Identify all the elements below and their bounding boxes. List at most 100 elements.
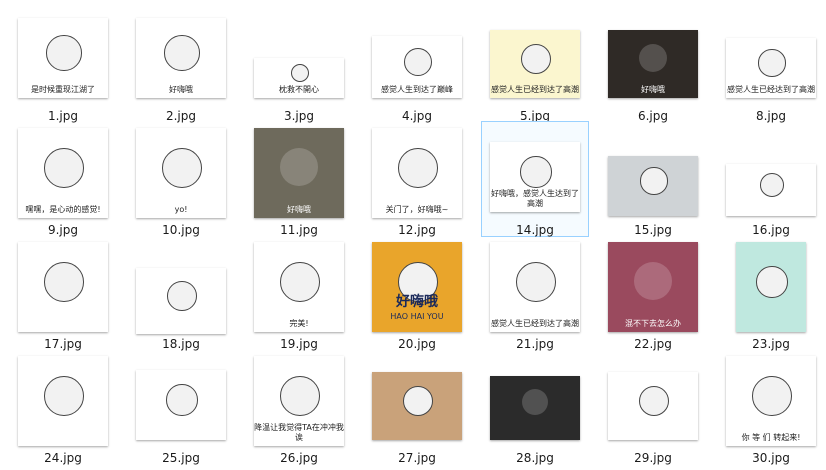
thumbnail-caption: yo! [174,205,188,214]
meme-face-illustration [752,376,792,416]
meme-face-illustration [760,173,784,197]
file-thumbnail[interactable]: 好嗨哦 [136,18,226,98]
file-thumbnail[interactable] [726,164,816,216]
meme-face-illustration [280,262,320,302]
file-thumbnail[interactable] [608,156,698,216]
file-thumbnail[interactable]: 好嗨哦 [608,30,698,98]
file-item[interactable]: 你 等 们 转起来! 30.jpg [718,350,824,465]
file-thumbnail[interactable]: 感觉人生到达了巅峰 [372,36,462,98]
file-item[interactable]: 感觉人生已经到达了高潮 21.jpg [482,236,588,351]
file-name-label[interactable]: 22.jpg [600,337,706,351]
file-item[interactable]: 是时候重现江湖了 1.jpg [10,8,116,123]
file-name-label[interactable]: 28.jpg [482,451,588,465]
file-item[interactable]: 感觉人生已经达到了高潮 8.jpg [718,8,824,123]
file-item[interactable]: 降温让我觉得TA在冲冲我诶 26.jpg [246,350,352,465]
file-thumbnail[interactable] [490,376,580,440]
file-thumbnail[interactable] [136,268,226,334]
file-name-label[interactable]: 19.jpg [246,337,352,351]
file-item[interactable]: 25.jpg [128,350,234,465]
file-name-label[interactable]: 14.jpg [482,223,588,237]
file-item[interactable]: 嘿嘿，是心动的感觉! 9.jpg [10,122,116,237]
file-thumbnail[interactable] [18,242,108,332]
file-name-label[interactable]: 23.jpg [718,337,824,351]
file-name-label[interactable]: 12.jpg [364,223,470,237]
file-thumbnail[interactable]: 是时候重现江湖了 [18,18,108,98]
thumbnail-caption: 降温让我觉得TA在冲冲我诶 [254,423,344,442]
file-name-label[interactable]: 17.jpg [10,337,116,351]
file-item[interactable]: 关门了，好嗨哦~ 12.jpg [364,122,470,237]
file-name-label[interactable]: 30.jpg [718,451,824,465]
file-name-label[interactable]: 8.jpg [718,109,824,123]
file-thumbnail[interactable] [372,372,462,440]
file-item[interactable]: 好嗨哦，感觉人生达到了高潮 14.jpg [481,121,589,237]
thumbnail-caption: 是时候重现江湖了 [31,85,95,94]
file-name-label[interactable]: 21.jpg [482,337,588,351]
file-thumbnail[interactable]: 好嗨哦 [254,128,344,218]
file-item[interactable]: 感觉人生已经到达了高潮 5.jpg [482,8,588,123]
file-thumbnail[interactable]: 嘿嘿，是心动的感觉! [18,128,108,218]
meme-face-illustration [164,35,200,71]
file-thumbnail[interactable]: 关门了，好嗨哦~ [372,128,462,218]
file-item[interactable]: yo! 10.jpg [128,122,234,237]
file-thumbnail[interactable]: 感觉人生已经到达了高潮 [490,242,580,332]
file-thumbnail[interactable]: 感觉人生已经到达了高潮 [490,30,580,98]
meme-face-illustration [44,148,84,188]
thumbnail-caption: 好嗨哦 [169,85,193,94]
file-item[interactable]: 23.jpg [718,236,824,351]
file-name-label[interactable]: 20.jpg [364,337,470,351]
file-item[interactable]: 24.jpg [10,350,116,465]
file-name-label[interactable]: 2.jpg [128,109,234,123]
file-item[interactable]: 17.jpg [10,236,116,351]
file-name-label[interactable]: 3.jpg [246,109,352,123]
file-name-label[interactable]: 1.jpg [10,109,116,123]
file-thumbnail[interactable]: 感觉人生已经达到了高潮 [726,38,816,98]
file-item[interactable]: 29.jpg [600,350,706,465]
file-item[interactable]: 28.jpg [482,350,588,465]
file-item[interactable]: 好嗨哦 2.jpg [128,8,234,123]
file-name-label[interactable]: 27.jpg [364,451,470,465]
file-name-label[interactable]: 18.jpg [128,337,234,351]
file-name-label[interactable]: 9.jpg [10,223,116,237]
thumbnail-caption: 感觉人生到达了巅峰 [381,85,453,94]
file-thumbnail[interactable]: 降温让我觉得TA在冲冲我诶 [254,356,344,446]
meme-face-illustration [520,43,552,75]
file-thumbnail[interactable] [608,372,698,440]
file-name-label[interactable]: 10.jpg [128,223,234,237]
meme-face-illustration [516,262,556,302]
file-name-label[interactable]: 16.jpg [718,223,824,237]
file-thumbnail[interactable] [136,370,226,440]
file-name-label[interactable]: 25.jpg [128,451,234,465]
file-item[interactable]: 16.jpg [718,122,824,237]
file-thumbnail[interactable]: 好嗨哦 HAO HAI YOU [372,242,462,332]
file-item[interactable]: 好嗨哦 11.jpg [246,122,352,237]
file-item[interactable]: 完美! 19.jpg [246,236,352,351]
file-thumbnail[interactable]: 枕救不開心 [254,58,344,98]
file-name-label[interactable]: 15.jpg [600,223,706,237]
meme-face-illustration [521,388,549,416]
file-name-label[interactable]: 4.jpg [364,109,470,123]
file-thumbnail[interactable]: 你 等 们 转起来! [726,356,816,446]
meme-face-illustration [403,47,432,76]
thumbnail-subcaption: HAO HAI YOU [390,312,444,321]
file-item[interactable]: 好嗨哦 HAO HAI YOU 20.jpg [364,236,470,351]
file-item[interactable]: 枕救不開心 3.jpg [246,8,352,123]
file-item[interactable]: 好嗨哦 6.jpg [600,8,706,123]
file-thumbnail[interactable]: 混不下去怎么办 [608,242,698,332]
file-item[interactable]: 18.jpg [128,236,234,351]
file-name-label[interactable]: 26.jpg [246,451,352,465]
thumbnail-caption: 好嗨哦 [641,85,665,94]
file-name-label[interactable]: 29.jpg [600,451,706,465]
file-thumbnail[interactable]: 完美! [254,242,344,332]
file-item[interactable]: 混不下去怎么办 22.jpg [600,236,706,351]
file-item[interactable]: 感觉人生到达了巅峰 4.jpg [364,8,470,123]
file-thumbnail[interactable] [736,242,806,332]
file-name-label[interactable]: 24.jpg [10,451,116,465]
file-name-label[interactable]: 11.jpg [246,223,352,237]
file-item[interactable]: 15.jpg [600,122,706,237]
thumbnail-caption: 嘿嘿，是心动的感觉! [25,205,101,214]
file-name-label[interactable]: 6.jpg [600,109,706,123]
file-thumbnail[interactable]: 好嗨哦，感觉人生达到了高潮 [490,142,580,212]
file-thumbnail[interactable]: yo! [136,128,226,218]
file-item[interactable]: 27.jpg [364,350,470,465]
file-thumbnail[interactable] [18,356,108,446]
